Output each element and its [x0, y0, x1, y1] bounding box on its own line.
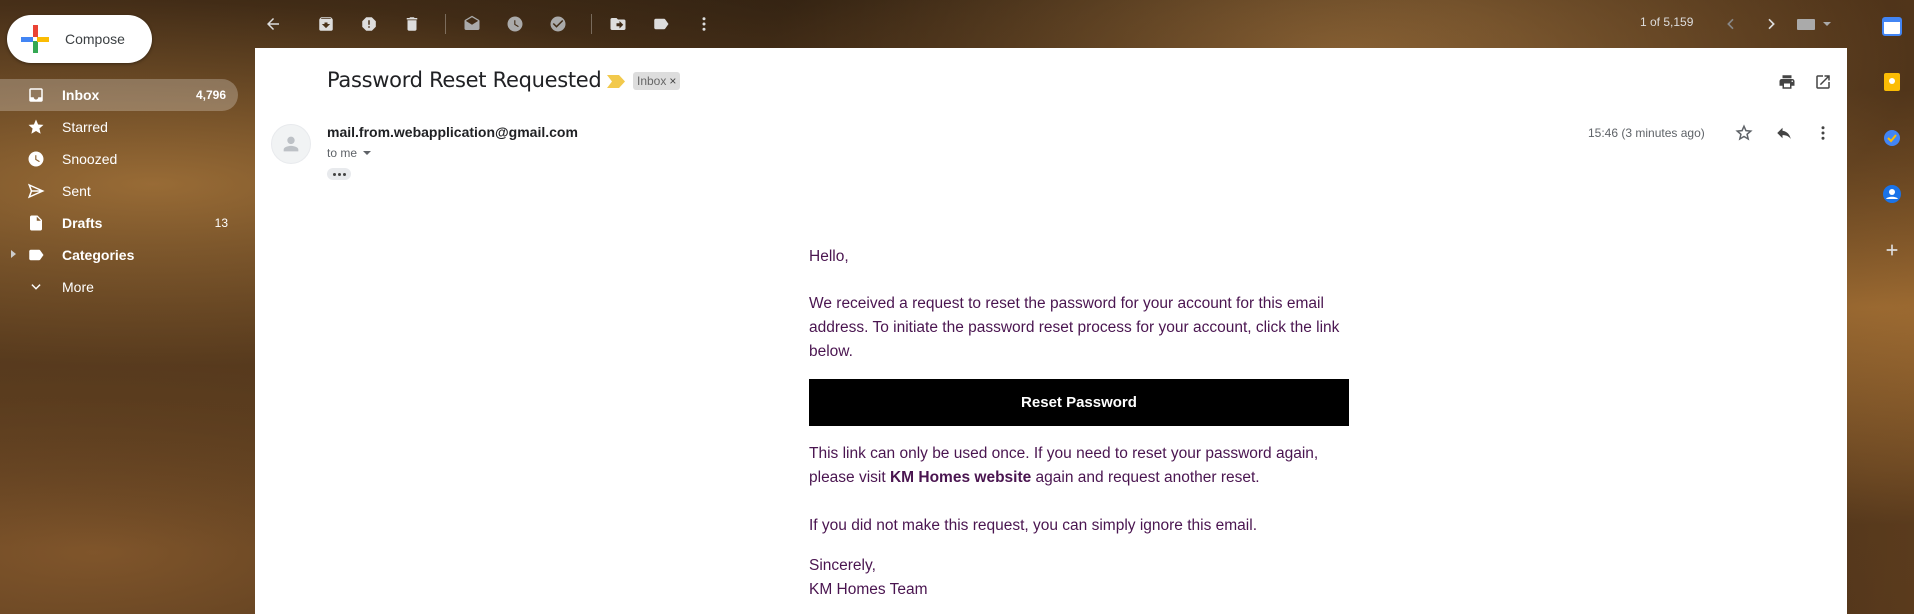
labels-button[interactable]	[643, 6, 679, 42]
chevron-left-icon	[1727, 18, 1734, 30]
sidebar-nav: Inbox 4,796 Starred Snoozed Sent Drafts …	[0, 79, 240, 303]
sidebar-item-inbox[interactable]: Inbox 4,796	[0, 79, 238, 111]
newer-button[interactable]	[1715, 8, 1747, 40]
snooze-button[interactable]	[497, 6, 533, 42]
sidebar-item-categories[interactable]: Categories	[0, 239, 240, 271]
sidebar-item-label: Drafts	[62, 215, 103, 231]
chevron-right-icon	[1768, 18, 1775, 30]
mark-unread-button[interactable]	[454, 6, 490, 42]
sidebar-item-starred[interactable]: Starred	[0, 111, 240, 143]
mail-open-icon	[464, 15, 480, 30]
sender-email[interactable]: mail.from.webapplication@gmail.com	[327, 124, 578, 140]
recipient-text: to me	[327, 146, 358, 160]
input-tools-button[interactable]	[1790, 8, 1840, 40]
person-icon	[283, 136, 299, 152]
move-to-button[interactable]	[600, 6, 636, 42]
toolbar-divider	[445, 14, 446, 34]
reset-password-button[interactable]: Reset Password	[809, 379, 1349, 426]
email-paragraph-2: This link can only be used once. If you …	[809, 442, 1354, 490]
alert-icon	[362, 17, 376, 31]
label-chip-text: Inbox	[637, 74, 667, 88]
message-toolbar: 1 of 5,159	[255, 0, 1845, 48]
km-homes-website-link[interactable]: KM Homes website	[890, 469, 1031, 486]
open-new-window-button[interactable]	[1811, 70, 1835, 94]
arrow-left-icon	[267, 18, 279, 30]
side-panel	[1878, 12, 1906, 292]
reply-button[interactable]	[1772, 121, 1796, 145]
sidebar-item-label: Snoozed	[62, 151, 118, 167]
clock-icon	[507, 16, 523, 32]
label-icon	[26, 245, 46, 265]
show-trimmed-content-button[interactable]	[327, 168, 351, 180]
star-button[interactable]	[1732, 121, 1756, 145]
archive-icon	[319, 17, 333, 31]
expand-caret-icon[interactable]	[11, 250, 16, 258]
caret-down-icon	[363, 151, 372, 155]
clock-icon	[26, 149, 46, 169]
more-actions-button[interactable]	[686, 6, 722, 42]
sidebar-item-label: More	[62, 279, 94, 295]
sidebar-item-snoozed[interactable]: Snoozed	[0, 143, 240, 175]
keyboard-icon	[1797, 19, 1831, 30]
sidebar-item-label: Categories	[62, 247, 135, 263]
email-subject: Password Reset Requested	[327, 68, 602, 92]
add-task-button[interactable]	[540, 6, 576, 42]
back-button[interactable]	[255, 6, 291, 42]
sidebar-item-label: Sent	[62, 183, 91, 199]
calendar-icon[interactable]	[1878, 12, 1906, 40]
drafts-count: 13	[214, 216, 228, 230]
send-icon	[26, 181, 46, 201]
message-panel: Password Reset Requested Inbox × mail.fro…	[255, 48, 1847, 614]
report-spam-button[interactable]	[351, 6, 387, 42]
remove-label-icon[interactable]: ×	[669, 74, 676, 88]
email-paragraph-1: We received a request to reset the passw…	[809, 295, 1340, 360]
sender-avatar[interactable]	[271, 124, 311, 164]
keep-icon[interactable]	[1878, 68, 1906, 96]
pager-text: 1 of 5,159	[1640, 15, 1694, 29]
sidebar-item-label: Starred	[62, 119, 108, 135]
contacts-icon[interactable]	[1878, 180, 1906, 208]
star-outline-icon	[1735, 124, 1753, 141]
compose-label: Compose	[65, 31, 125, 47]
trash-icon	[406, 17, 418, 31]
more-vert-icon	[702, 17, 706, 31]
draft-icon	[26, 213, 46, 233]
add-task-icon	[550, 16, 566, 32]
older-button[interactable]	[1755, 8, 1787, 40]
compose-button[interactable]: Compose	[7, 15, 152, 63]
more-message-actions-button[interactable]	[1811, 121, 1835, 145]
reply-icon	[1777, 127, 1791, 139]
sidebar-item-drafts[interactable]: Drafts 13	[0, 207, 240, 239]
inbox-icon	[26, 85, 46, 105]
unread-count: 4,796	[195, 88, 226, 102]
email-greeting: Hello,	[809, 248, 849, 265]
email-signature: KM Homes Team	[809, 581, 928, 598]
chevron-down-icon	[26, 277, 46, 297]
more-vert-icon	[1821, 126, 1825, 140]
sidebar-item-label: Inbox	[62, 87, 100, 103]
toolbar-divider	[591, 14, 592, 34]
tasks-icon[interactable]	[1878, 124, 1906, 152]
email-signoff: Sincerely,	[809, 557, 876, 574]
print-icon	[1779, 75, 1795, 89]
plus-icon	[21, 25, 49, 53]
archive-button[interactable]	[308, 6, 344, 42]
message-time: 15:46 (3 minutes ago)	[1588, 126, 1705, 140]
get-addons-icon[interactable]	[1878, 236, 1906, 264]
paragraph-text: again and request another reset.	[1031, 469, 1260, 486]
label-icon	[654, 18, 669, 30]
open-in-new-icon	[1816, 75, 1830, 89]
recipient-details-toggle[interactable]: to me	[327, 146, 372, 160]
star-icon	[26, 117, 46, 137]
label-chip-inbox: Inbox ×	[633, 72, 681, 90]
delete-button[interactable]	[394, 6, 430, 42]
important-marker-icon[interactable]	[607, 75, 625, 93]
move-folder-icon	[610, 18, 626, 30]
sidebar-item-sent[interactable]: Sent	[0, 175, 240, 207]
print-button[interactable]	[1775, 70, 1799, 94]
email-paragraph-3: If you did not make this request, you ca…	[809, 517, 1257, 534]
sidebar-item-more[interactable]: More	[0, 271, 240, 303]
